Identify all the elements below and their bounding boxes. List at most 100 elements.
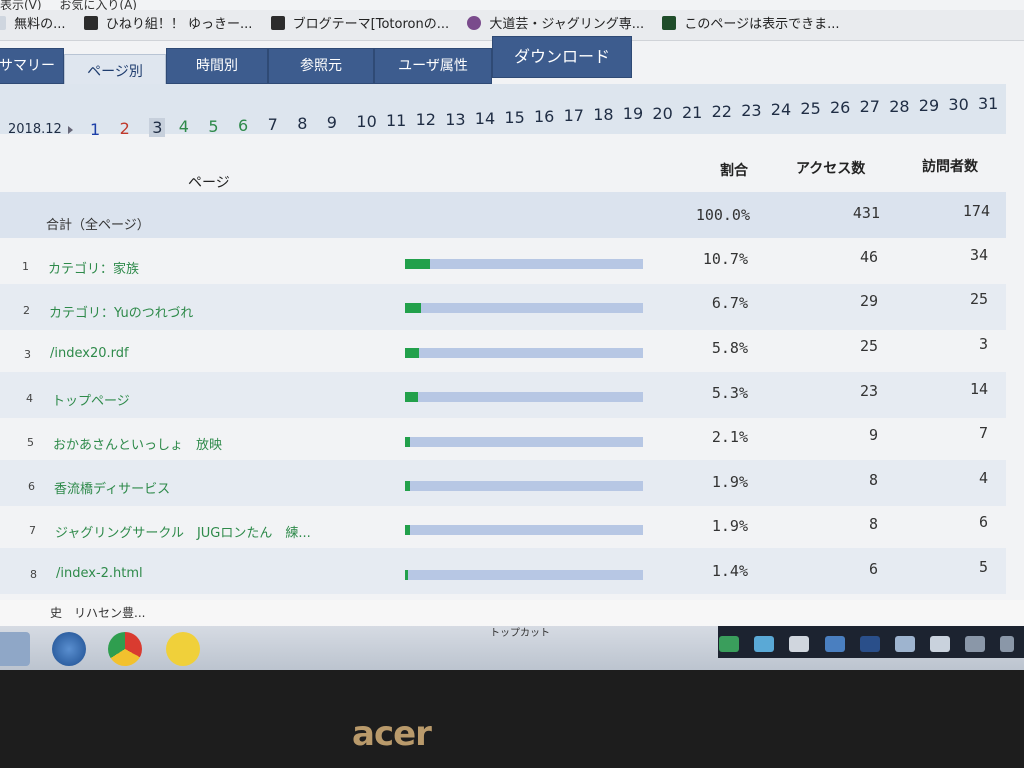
tab-bar: サマリー ページ別 時間別 参照元 ユーザ属性 ダウンロード <box>0 36 1024 90</box>
day-link-5[interactable]: 5 <box>208 117 218 136</box>
day-link-4[interactable]: 4 <box>179 117 189 136</box>
tray-app-icon[interactable] <box>824 636 845 652</box>
row-visitors: 25 <box>969 290 988 308</box>
row-page-link[interactable]: トップページ <box>52 390 130 409</box>
row-ratio: 2.1% <box>711 428 748 446</box>
day-link-31[interactable]: 31 <box>978 94 998 113</box>
ratio-bar <box>405 348 643 358</box>
row-page-link[interactable]: ジャグリングサークル JUGロンたん 練... <box>55 522 311 541</box>
taskbar: トップカット <box>0 626 1024 670</box>
chrome-icon[interactable] <box>108 632 142 666</box>
day-link-27[interactable]: 27 <box>860 97 880 116</box>
day-link-26[interactable]: 26 <box>830 98 850 117</box>
tab-user-attributes[interactable]: ユーザ属性 <box>374 48 492 84</box>
volume-icon[interactable] <box>1000 636 1014 652</box>
day-link-14[interactable]: 14 <box>475 109 495 128</box>
tray-app-icon[interactable] <box>719 636 740 652</box>
row-page-link[interactable]: /index20.rdf <box>50 346 129 361</box>
date-navigation: 2018.12 1 2 3 4 5 6 7 8 9 10 11 12 13 14 15 16 17 18 19 20 2… <box>0 84 1006 139</box>
day-link-2[interactable]: 2 <box>120 119 130 138</box>
day-link-22[interactable]: 22 <box>712 102 732 121</box>
signal-icon[interactable] <box>964 636 985 652</box>
day-link-24[interactable]: 24 <box>771 100 791 119</box>
total-ratio: 100.0% <box>695 206 750 224</box>
ratio-bar-fill <box>405 570 409 580</box>
tab-referrer[interactable]: 参照元 <box>268 48 374 84</box>
day-link-15[interactable]: 15 <box>504 108 524 127</box>
app-icon[interactable] <box>0 632 30 666</box>
tray-app-icon[interactable] <box>754 636 775 652</box>
bookmark-label: このページは表示できま... <box>684 17 840 32</box>
day-link-23[interactable]: 23 <box>741 101 761 120</box>
row-page-link[interactable]: おかあさんといっしょ 放映 <box>53 434 222 453</box>
row-page-link[interactable]: /index-2.html <box>56 566 143 581</box>
row-visitors: 6 <box>978 513 988 531</box>
day-link-9[interactable]: 9 <box>327 113 337 132</box>
ratio-bar <box>405 437 643 447</box>
day-link-11[interactable]: 11 <box>386 111 406 130</box>
row-access: 29 <box>859 292 878 310</box>
ratio-bar-fill <box>405 525 410 535</box>
total-access: 431 <box>852 204 880 222</box>
tab-summary[interactable]: サマリー <box>0 48 64 84</box>
day-link-12[interactable]: 12 <box>416 110 436 129</box>
transfer-icon[interactable] <box>166 632 200 666</box>
row-access: 25 <box>859 337 878 355</box>
row-ratio: 10.7% <box>702 250 748 268</box>
row-rank: 4 <box>26 392 33 405</box>
day-link-8[interactable]: 8 <box>297 114 307 133</box>
next-month-arrow-icon[interactable] <box>68 126 73 134</box>
total-visitors: 174 <box>962 202 990 220</box>
ratio-bar-fill <box>405 259 431 269</box>
favicon-icon <box>83 16 98 30</box>
day-link-19[interactable]: 19 <box>623 104 643 123</box>
tray-app-icon[interactable] <box>859 636 880 652</box>
row-rank: 2 <box>23 304 30 317</box>
row-rank: 5 <box>27 436 34 449</box>
tab-by-time[interactable]: 時間別 <box>166 48 268 84</box>
ratio-bar-fill <box>405 348 419 358</box>
ratio-bar <box>405 259 643 269</box>
day-link-7[interactable]: 7 <box>268 115 278 134</box>
table-row: 4 トップページ 5.3% 23 14 <box>0 372 1006 418</box>
day-link-18[interactable]: 18 <box>593 105 613 124</box>
taskbar-label: トップカット <box>490 628 550 639</box>
day-link-30[interactable]: 30 <box>948 95 968 114</box>
row-page-link[interactable]: 香流橋ディサービス <box>54 478 170 497</box>
thunderbird-icon[interactable] <box>52 632 86 666</box>
ratio-bar <box>405 525 643 535</box>
day-link-16[interactable]: 16 <box>534 107 554 126</box>
tray-app-icon[interactable] <box>929 636 950 652</box>
screen: 表示(V) お気に入り(A) 無料の... ひねり組！！ ゆっきー... ブログ… <box>0 0 1024 670</box>
tray-app-icon[interactable] <box>789 636 810 652</box>
day-link-1[interactable]: 1 <box>90 120 100 139</box>
row-rank: 6 <box>28 480 35 493</box>
row-ratio: 1.9% <box>711 517 748 535</box>
day-link-20[interactable]: 20 <box>652 104 672 123</box>
table-row: 7 ジャグリングサークル JUGロンたん 練... 1.9% 8 6 <box>0 504 1006 550</box>
tab-download[interactable]: ダウンロード <box>492 36 632 78</box>
day-link-13[interactable]: 13 <box>445 110 465 129</box>
day-link-21[interactable]: 21 <box>682 103 702 122</box>
day-link-10[interactable]: 10 <box>356 112 376 131</box>
ratio-bar-fill <box>405 303 421 313</box>
row-page-link[interactable]: カテゴリ：Yuのつれづれ <box>49 302 193 321</box>
row-ratio: 1.9% <box>711 473 748 491</box>
row-page-link[interactable]: カテゴリ：家族 <box>48 258 139 277</box>
header-visitors[interactable]: 訪問者数 <box>922 156 978 176</box>
system-tray <box>709 636 1014 656</box>
header-access[interactable]: アクセス数 <box>796 158 865 178</box>
row-rank: 1 <box>22 260 29 273</box>
day-link-17[interactable]: 17 <box>564 106 584 125</box>
row-rank: 8 <box>30 568 37 581</box>
row-ratio: 5.8% <box>711 339 748 357</box>
header-ratio[interactable]: 割合 <box>720 160 748 180</box>
day-link-29[interactable]: 29 <box>919 96 939 115</box>
day-link-3[interactable]: 3 <box>149 118 166 138</box>
day-link-25[interactable]: 25 <box>800 99 820 118</box>
day-link-6[interactable]: 6 <box>238 116 248 135</box>
table-row: 8/index-2.html 1.4% 6 5 <box>0 548 1006 594</box>
ratio-bar-fill <box>405 392 418 402</box>
tray-app-icon[interactable] <box>894 636 915 652</box>
day-link-28[interactable]: 28 <box>889 97 909 116</box>
